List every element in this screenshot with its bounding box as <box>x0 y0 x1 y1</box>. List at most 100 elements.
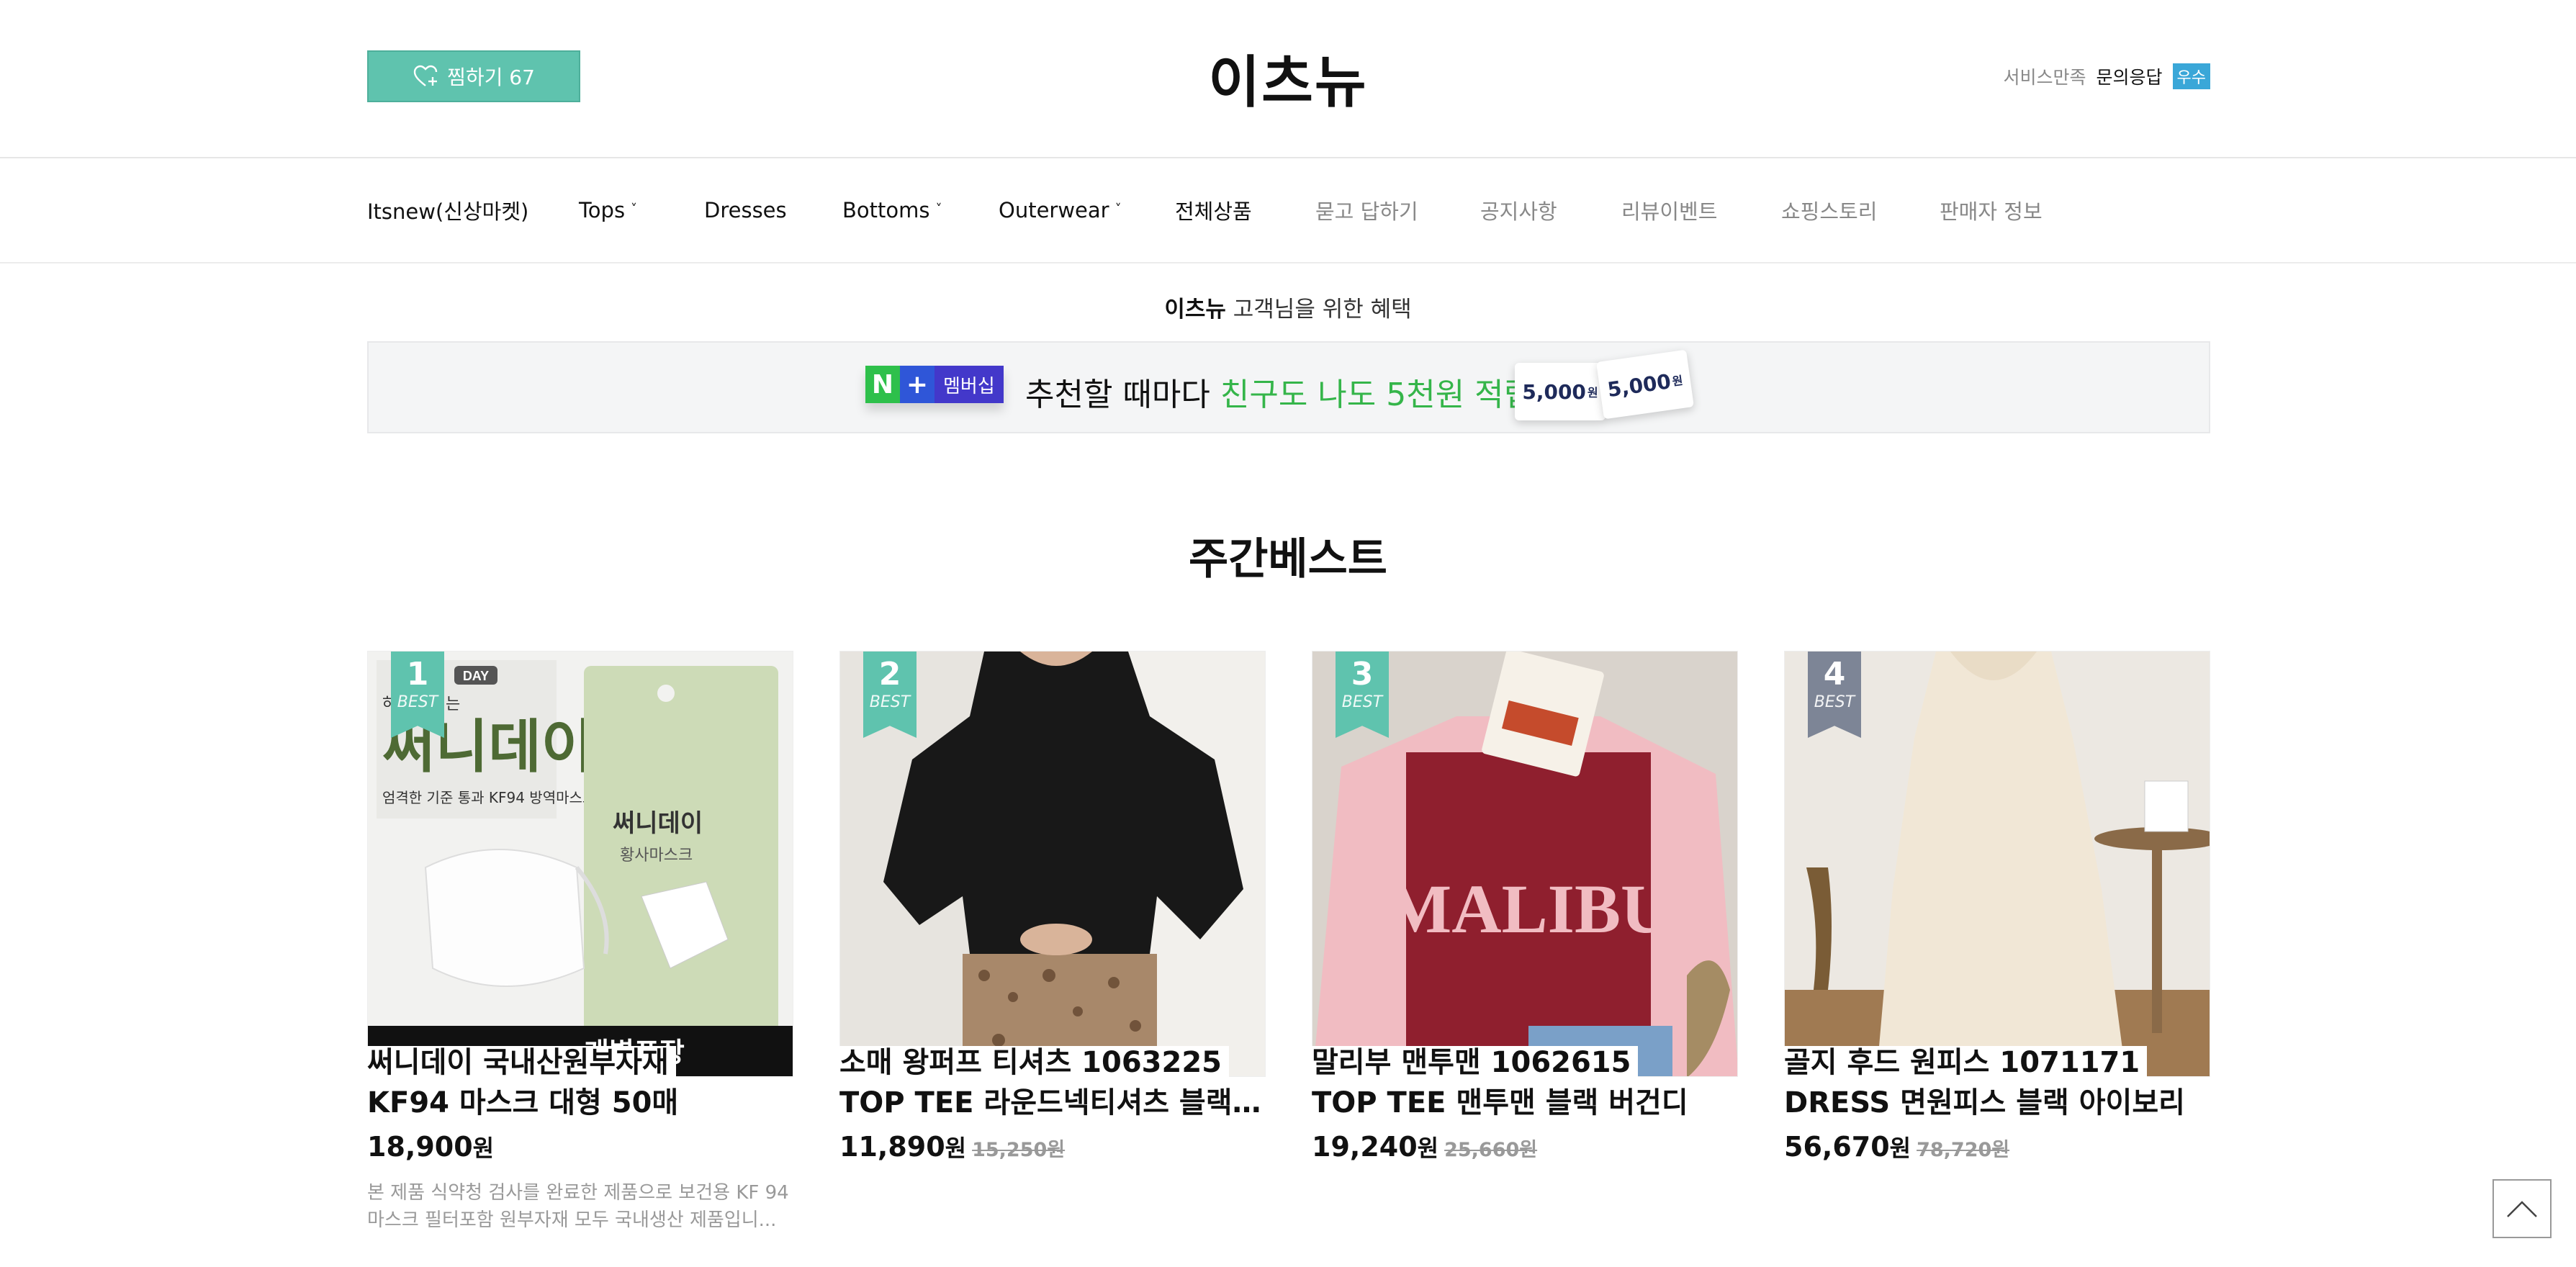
product-name[interactable]: 골지 후드 원피스 1071171 DRESS 면원피스 블랙 아이보리 <box>1784 1042 2217 1123</box>
nav-label: 묻고 답하기 <box>1315 199 1418 224</box>
svg-text:DAY: DAY <box>463 669 489 683</box>
membership-label: 멤버십 <box>935 366 1004 403</box>
nav-label: Tops <box>579 198 626 222</box>
nav-item-tops[interactable]: Tops ˅ <box>579 198 637 222</box>
nav-item-outerwear[interactable]: Outerwear ˅ <box>999 198 1122 222</box>
product-name-line2: TOP TEE 맨투맨 블랙 버건디 <box>1312 1083 1745 1123</box>
svg-text:엄격한 기준 통과 KF94 방역마스크: 엄격한 기준 통과 KF94 방역마스크 <box>382 789 595 806</box>
plus-icon: + <box>900 366 935 403</box>
currency-unit: 원 <box>472 1135 495 1162</box>
nav-label: Outerwear <box>999 198 1109 222</box>
nav-label: 판매자 정보 <box>1940 199 2043 224</box>
product-price: 19,240원 25,660원 <box>1312 1130 1738 1163</box>
sale-price: 56,670 <box>1784 1131 1890 1163</box>
chevron-down-icon: ˅ <box>1114 201 1122 217</box>
site-header: 찜하기 67 이츠뉴 서비스만족 문의응답 우수 <box>0 0 2576 158</box>
benefit-title-brand: 이츠뉴 <box>1164 297 1226 323</box>
product-image[interactable]: MALIBU 3 BEST <box>1312 651 1738 1077</box>
currency-unit: 원 <box>945 1135 967 1162</box>
product-card[interactable]: DAY 하게 지키는 써니데이 엄격한 기준 통과 KF94 방역마스크 써니데… <box>367 651 801 1234</box>
nav-item-bottoms[interactable]: Bottoms ˅ <box>842 198 942 222</box>
product-name-line1: 써니데이 국내산원부자재 <box>367 1046 676 1079</box>
rank-badge: 2 BEST <box>863 651 917 738</box>
chevron-up-icon <box>2507 1201 2537 1217</box>
nav-label: 리뷰이벤트 <box>1621 199 1718 224</box>
rank-number: 3 <box>1351 656 1374 693</box>
product-name-line2: KF94 마스크 대형 50매 <box>367 1083 801 1123</box>
svg-text:MALIBU: MALIBU <box>1387 870 1671 947</box>
benefit-title: 이츠뉴 고객님을 위한 혜택 <box>0 291 2576 323</box>
product-name-line1: 골지 후드 원피스 1071171 <box>1784 1046 2148 1079</box>
banner-text-black: 추천할 때마다 <box>1025 377 1220 413</box>
benefit-title-text: 고객님을 위한 혜택 <box>1225 297 1412 323</box>
scroll-to-top-button[interactable] <box>2492 1179 2552 1238</box>
rank-number: 4 <box>1823 656 1846 693</box>
product-name[interactable]: 말리부 맨투맨 1062615 TOP TEE 맨투맨 블랙 버건디 <box>1312 1042 1745 1123</box>
product-card[interactable]: 2 BEST 소매 왕퍼프 티셔츠 1063225 TOP TEE 라운드넥티셔… <box>839 651 1273 1179</box>
svg-text:써니데이: 써니데이 <box>613 809 703 838</box>
nav-item-seller-info[interactable]: 판매자 정보 <box>1940 195 2043 225</box>
service-satisfaction-label: 서비스만족 <box>2003 67 2086 88</box>
inquiry-response-label: 문의응답 <box>2096 67 2163 88</box>
nav-item-notice[interactable]: 공지사항 <box>1480 195 1557 225</box>
currency-unit: 원 <box>1889 1135 1911 1162</box>
product-price: 11,890원 15,250원 <box>839 1130 1266 1163</box>
product-name-line2: DRESS 면원피스 블랙 아이보리 <box>1784 1083 2217 1123</box>
nav-label: 전체상품 <box>1175 199 1252 224</box>
rank-badge: 4 BEST <box>1808 651 1861 738</box>
product-name[interactable]: 소매 왕퍼프 티셔츠 1063225 TOP TEE 라운드넥티셔츠 블랙 브라… <box>839 1042 1273 1123</box>
product-card[interactable]: 4 BEST 골지 후드 원피스 1071171 DRESS 면원피스 블랙 아… <box>1784 651 2217 1179</box>
main-nav: Itsnew(신상마켓) Tops ˅ Dresses Bottoms ˅ Oute… <box>0 158 2576 263</box>
rank-number: 1 <box>406 656 429 693</box>
product-price: 56,670원 78,720원 <box>1784 1130 2210 1163</box>
banner-text: 추천할 때마다 친구도 나도 5천원 적립! <box>1025 369 1546 415</box>
rank-badge: 3 BEST <box>1336 651 1389 738</box>
sale-price: 19,240 <box>1312 1131 1418 1163</box>
coupon-icon: 5,000 원 <box>1596 349 1694 420</box>
nav-label: 쇼핑스토리 <box>1781 199 1878 224</box>
svg-text:황사마스크: 황사마스크 <box>620 847 693 865</box>
original-price: 78,720원 <box>1917 1139 2010 1161</box>
response-badge: 우수 <box>2172 63 2210 89</box>
chevron-down-icon: ˅ <box>935 201 942 217</box>
nav-item-all-products[interactable]: 전체상품 <box>1175 195 1252 225</box>
product-description: 본 제품 식약청 검사를 완료한 제품으로 보건용 KF 94 마스크 필터포함… <box>367 1182 789 1231</box>
original-price: 25,660원 <box>1444 1139 1538 1161</box>
product-name-line1: 말리부 맨투맨 1062615 <box>1312 1046 1639 1079</box>
product-name-line2: TOP TEE 라운드넥티셔츠 블랙 브라운 <box>839 1083 1273 1123</box>
naver-plus-membership-badge: N + 멤버십 <box>865 366 1004 403</box>
product-name-line1: 소매 왕퍼프 티셔츠 1063225 <box>839 1046 1230 1079</box>
nav-label: Bottoms <box>842 198 930 222</box>
sale-price: 11,890 <box>839 1131 945 1163</box>
product-name[interactable]: 써니데이 국내산원부자재 KF94 마스크 대형 50매 <box>367 1042 801 1123</box>
nav-label: Itsnew(신상마켓) <box>367 199 529 224</box>
original-price: 15,250원 <box>972 1139 1066 1161</box>
service-rating: 서비스만족 문의응답 우수 <box>2003 63 2210 89</box>
naver-n-icon: N <box>865 366 900 403</box>
rank-label: BEST <box>1341 693 1383 711</box>
nav-item-review-event[interactable]: 리뷰이벤트 <box>1621 195 1717 225</box>
nav-item-itsnew[interactable]: Itsnew(신상마켓) <box>367 195 528 225</box>
rank-label: BEST <box>1814 693 1855 711</box>
rank-label: BEST <box>869 693 911 711</box>
nav-label: Dresses <box>704 198 787 222</box>
product-image[interactable]: 2 BEST <box>839 651 1266 1077</box>
rank-badge: 1 BEST <box>391 651 444 738</box>
coupon-icon: 5,000 원 <box>1515 363 1606 420</box>
membership-banner[interactable]: N + 멤버십 추천할 때마다 친구도 나도 5천원 적립! 5,000 원 5,… <box>367 341 2210 433</box>
nav-label: 공지사항 <box>1480 199 1557 224</box>
chevron-down-icon: ˅ <box>631 201 638 217</box>
nav-item-dresses[interactable]: Dresses <box>704 198 787 222</box>
sale-price: 18,900 <box>367 1131 473 1163</box>
product-image[interactable]: 4 BEST <box>1784 651 2210 1077</box>
nav-item-shopping-story[interactable]: 쇼핑스토리 <box>1781 195 1877 225</box>
banner-text-green: 친구도 나도 5천원 적립! <box>1220 377 1546 413</box>
rank-label: BEST <box>397 693 438 711</box>
product-image[interactable]: DAY 하게 지키는 써니데이 엄격한 기준 통과 KF94 방역마스크 써니데… <box>367 651 793 1077</box>
rank-number: 2 <box>878 656 901 693</box>
section-title-weekly-best: 주간베스트 <box>1189 534 1387 585</box>
currency-unit: 원 <box>1417 1135 1439 1162</box>
product-price: 18,900원 <box>367 1130 793 1163</box>
nav-item-qna[interactable]: 묻고 답하기 <box>1315 195 1418 225</box>
product-card[interactable]: MALIBU 3 BEST 말리부 맨투맨 1062615 TOP TEE 맨투… <box>1312 651 1745 1179</box>
